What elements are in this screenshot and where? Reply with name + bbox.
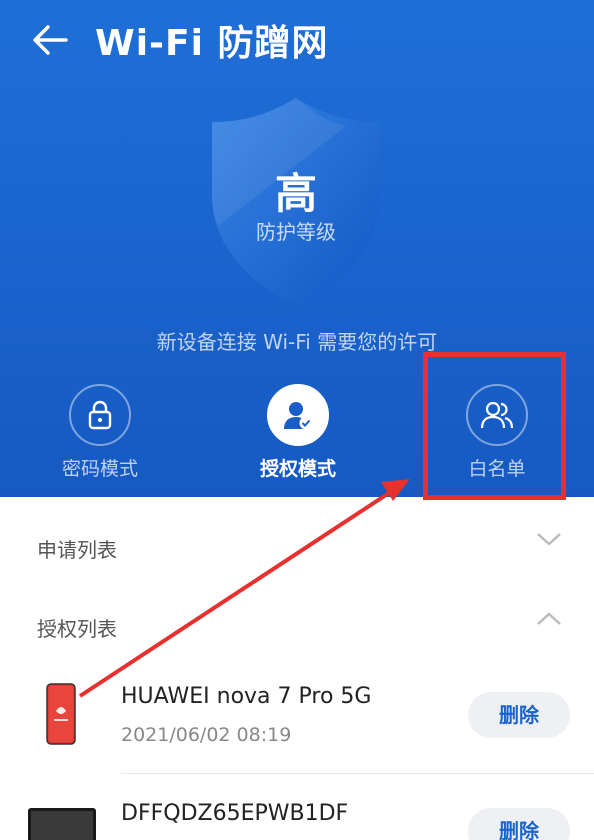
password-mode-button[interactable]: 密码模式 (35, 384, 165, 481)
authorization-mode-button[interactable]: 授权模式 (233, 384, 363, 481)
back-arrow-icon[interactable] (30, 22, 70, 58)
device-name: HUAWEI nova 7 Pro 5G (121, 684, 372, 709)
chevron-down-icon[interactable] (535, 530, 563, 548)
tv-icon (28, 808, 96, 840)
permission-notice: 新设备连接 Wi-Fi 需要您的许可 (156, 330, 438, 354)
device-time: 2021/06/02 08:19 (121, 724, 292, 746)
highlight-box (423, 352, 566, 500)
user-check-icon (267, 384, 329, 446)
phone-icon (46, 683, 76, 745)
delete-button[interactable]: 删除 (468, 808, 570, 840)
page-title: Wi-Fi 防蹭网 (95, 23, 329, 64)
lock-icon (69, 384, 131, 446)
protection-level: 高 (274, 169, 317, 218)
protection-level-label: 防护等级 (256, 220, 336, 244)
request-list-heading[interactable]: 申请列表 (37, 534, 117, 563)
password-mode-label: 密码模式 (61, 458, 138, 480)
device-name: DFFQDZ65EPWB1DF (121, 801, 349, 826)
divider (121, 773, 594, 774)
authorization-mode-label: 授权模式 (259, 458, 336, 480)
chevron-up-icon[interactable] (535, 610, 563, 628)
delete-button[interactable]: 删除 (468, 692, 570, 738)
authorized-list-heading[interactable]: 授权列表 (37, 613, 117, 642)
